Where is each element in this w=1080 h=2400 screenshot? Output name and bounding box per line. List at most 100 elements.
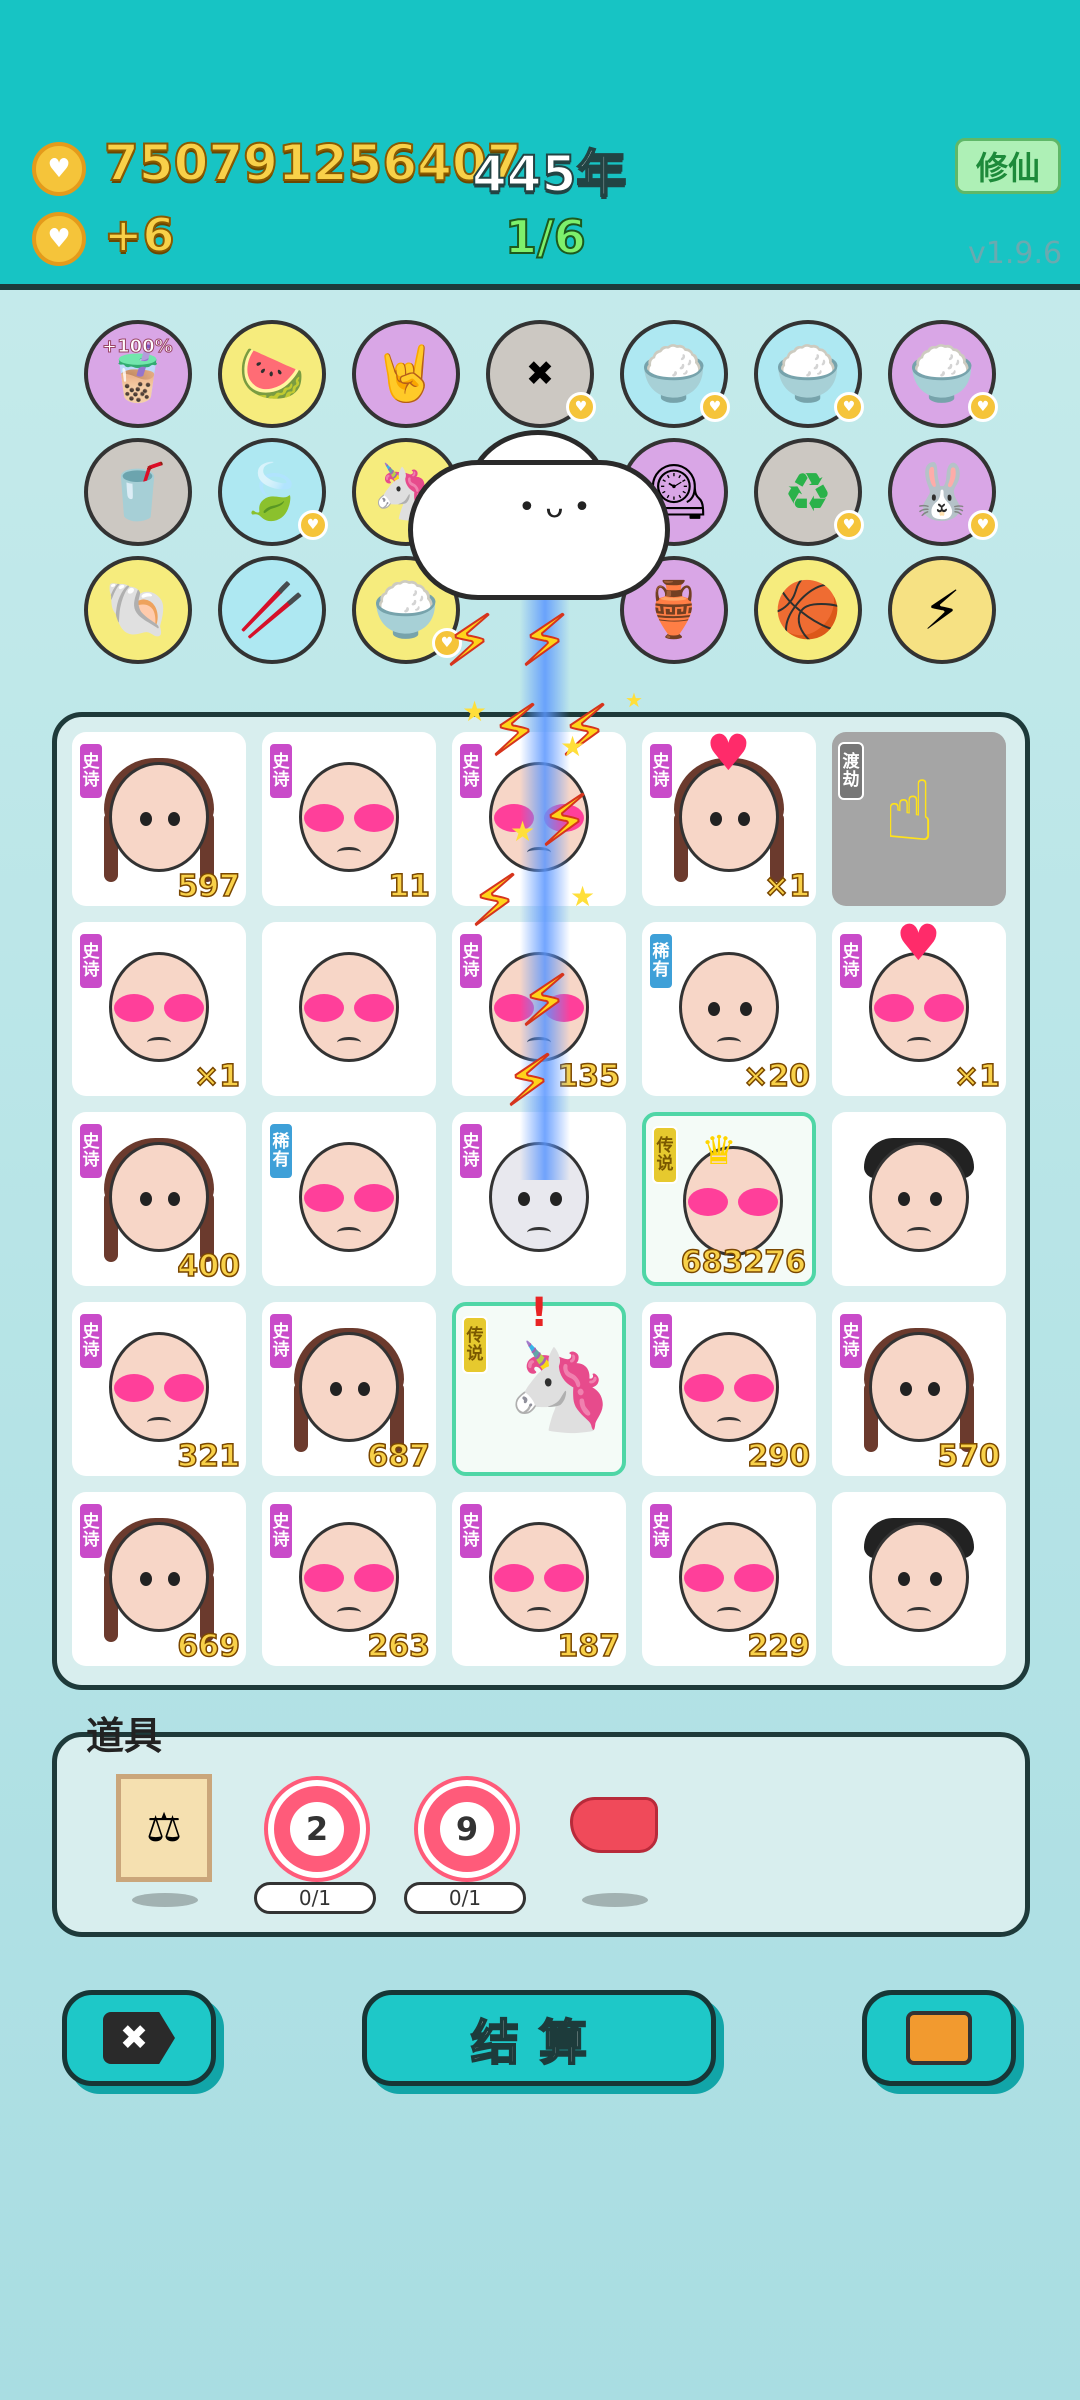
cell-value: ×1	[193, 1058, 241, 1095]
board-cell[interactable]: 稀有	[262, 1112, 436, 1286]
rarity-badge: 史诗	[78, 1122, 104, 1180]
lightning-bolt: ⚡	[489, 689, 540, 773]
rarity-badge: 稀有	[268, 1122, 294, 1180]
lightning-bolt: ⚡	[469, 859, 520, 943]
lightning-bolt: ⚡	[504, 1039, 555, 1123]
rarity-badge: 稀有	[648, 932, 674, 990]
leaf-icon[interactable]: 🍃 ♥	[218, 438, 328, 546]
shadow	[582, 1893, 648, 1907]
shell-icon[interactable]: 🐚	[84, 556, 192, 664]
rarity-badge: 史诗	[78, 932, 104, 990]
rarity-badge: 史诗	[458, 1502, 484, 1560]
cloud-character: • ᴗ •	[408, 430, 670, 600]
rarity-badge: 史诗	[78, 1312, 104, 1370]
board-cell[interactable]: 史诗 400	[72, 1112, 246, 1286]
star-icon: ★	[510, 815, 536, 848]
heart-icon: ♥	[896, 922, 941, 972]
cell-value: 187	[557, 1628, 621, 1665]
board-cell[interactable]: 史诗 ♥ ×1	[642, 732, 816, 906]
board-cell[interactable]: 史诗 11	[262, 732, 436, 906]
settle-button[interactable]: 结算	[362, 1990, 716, 2086]
rarity-badge: 史诗	[648, 742, 674, 800]
lightning-bolt: ⚡	[519, 959, 570, 1043]
cell-value: 290	[747, 1438, 811, 1475]
board-cell[interactable]: 史诗 187	[452, 1492, 626, 1666]
cell-value: 597	[177, 868, 241, 905]
board-cell[interactable]	[832, 1492, 1006, 1666]
cell-value: 263	[367, 1628, 431, 1665]
rarity-badge: 史诗	[458, 742, 484, 800]
board-cell[interactable]: 史诗 229	[642, 1492, 816, 1666]
lightning-bolt: ⚡	[539, 779, 590, 863]
settle-label: 结算	[470, 2014, 607, 2072]
board-cell[interactable]: 史诗 321	[72, 1302, 246, 1476]
board-cell[interactable]	[262, 922, 436, 1096]
year-count: 445年	[471, 144, 627, 204]
rice-bowl-icon[interactable]: 🍚 ♥	[888, 320, 998, 428]
milk-tea-icon[interactable]: +100% 🧋	[84, 320, 192, 428]
round-progress: 1/6	[504, 209, 587, 265]
heart-icon: ♥	[706, 732, 751, 782]
girl-face-icon	[869, 1332, 969, 1442]
board-cell[interactable]: ☝ 渡劫	[832, 732, 1006, 906]
girl-face-icon	[109, 762, 209, 872]
board-cell[interactable]: ♛ 传说 683276	[642, 1112, 816, 1286]
scale-icon[interactable]: ⚖	[116, 1774, 212, 1882]
board-cell[interactable]: 史诗 290	[642, 1302, 816, 1476]
xiuxian-button[interactable]: 修仙	[955, 138, 1061, 194]
board-cell[interactable]: 史诗 ♥ ×1	[832, 922, 1006, 1096]
liver-icon[interactable]	[570, 1797, 658, 1853]
board-cell[interactable]: 稀有 ×20	[642, 922, 816, 1096]
star-icon: ★	[560, 730, 586, 763]
crown-icon: ♛	[701, 1128, 737, 1174]
coin-income: +6	[103, 207, 176, 263]
cell-value: 683276	[680, 1244, 807, 1281]
cell-value: 669	[177, 1628, 241, 1665]
board-cell[interactable]: 史诗 263	[262, 1492, 436, 1666]
board-cell[interactable]: 史诗 597	[72, 732, 246, 906]
cell-value: 400	[177, 1248, 241, 1285]
unicorn-icon: 🦄	[506, 1337, 614, 1437]
target-2-button[interactable]: 2	[268, 1780, 366, 1878]
target-9-button[interactable]: 9	[418, 1780, 516, 1878]
board-cell[interactable]: 史诗 669	[72, 1492, 246, 1666]
delete-tag-icon[interactable]: ✖ ♥	[486, 320, 596, 428]
rarity-badge: 史诗	[648, 1502, 674, 1560]
rarity-badge: 史诗	[78, 742, 104, 800]
bag-button[interactable]	[862, 1990, 1016, 2086]
basketballs-icon[interactable]: 🏀	[754, 556, 862, 664]
cell-value: 11	[388, 868, 431, 905]
board-cell[interactable]	[832, 1112, 1006, 1286]
coin-income-icon: ♥	[32, 212, 86, 266]
star-icon: ★	[570, 880, 596, 913]
star-icon: ★	[625, 688, 643, 712]
board-cell[interactable]: 史诗 687	[262, 1302, 436, 1476]
rarity-badge: 史诗	[268, 1312, 294, 1370]
rarity-badge: 史诗	[268, 742, 294, 800]
board-cell[interactable]: 史诗 ×1	[72, 922, 246, 1096]
rarity-badge: 史诗	[648, 1312, 674, 1370]
refresh-icon[interactable]: ♻ ♥	[754, 438, 864, 546]
rice-bowl-icon[interactable]: 🍚 ♥	[754, 320, 864, 428]
chopsticks-icon[interactable]: 🥢	[218, 556, 326, 664]
rice-bowl-icon[interactable]: 🍚 ♥	[620, 320, 730, 428]
lightning-bolt: ⚡	[519, 599, 570, 683]
delete-tag-icon: ✖	[103, 2012, 175, 2064]
rarity-badge: 史诗	[838, 932, 864, 990]
star-icon: ★	[462, 695, 488, 728]
rarity-badge: 渡劫	[838, 742, 864, 800]
rarity-badge: 传说	[462, 1316, 488, 1374]
girl-face-icon	[109, 1142, 209, 1252]
fruit-basket-icon[interactable]: 🍉	[218, 320, 326, 428]
cell-value: ×1	[763, 868, 811, 905]
cell-value: ×1	[953, 1058, 1001, 1095]
delete-button[interactable]: ✖	[62, 1990, 216, 2086]
board-cell[interactable]: 史诗 570	[832, 1302, 1006, 1476]
cloud-face-icon: • ᴗ •	[518, 490, 591, 525]
rarity-badge: 史诗	[838, 1312, 864, 1370]
rock-hand-icon[interactable]: 🤘	[352, 320, 460, 428]
rabbit-icon[interactable]: 🐰 ♥	[888, 438, 998, 546]
rarity-badge: 史诗	[78, 1502, 104, 1560]
milk-tea-icon[interactable]: 🥤	[84, 438, 192, 546]
lightning-icon[interactable]: ⚡	[888, 556, 996, 664]
